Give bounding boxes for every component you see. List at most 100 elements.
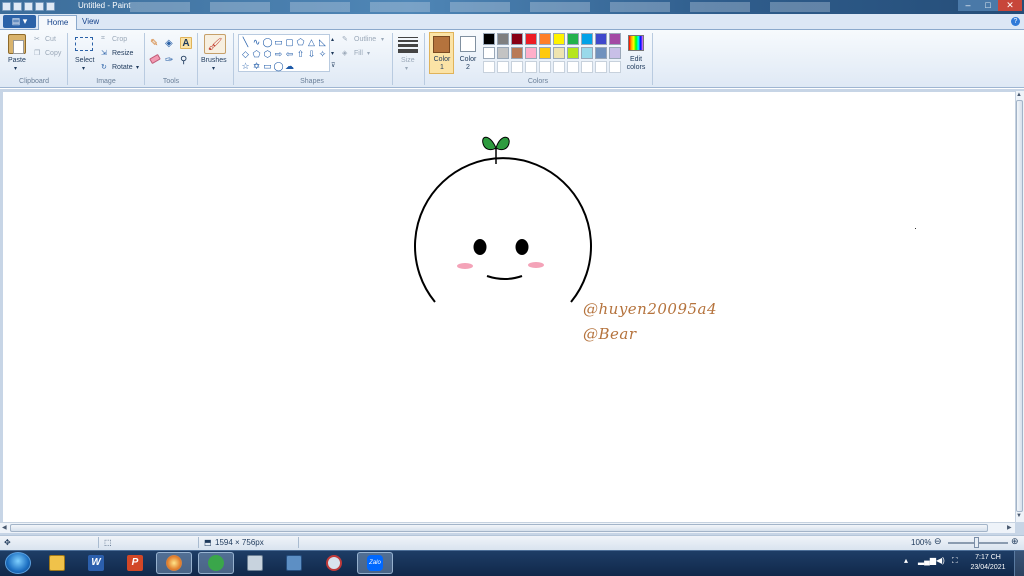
color-palette[interactable]	[483, 33, 623, 75]
right-triangle-shape-icon[interactable]: ◺	[317, 36, 328, 48]
zalo-icon[interactable]: Zalo	[357, 552, 393, 574]
palette-swatch[interactable]	[609, 47, 621, 59]
color-picker-icon[interactable]: ✑	[165, 55, 177, 67]
palette-swatch[interactable]	[525, 33, 537, 45]
fill-icon[interactable]: ◈	[342, 49, 347, 57]
line-shape-icon[interactable]: ╲	[240, 36, 251, 48]
palette-swatch[interactable]	[525, 47, 537, 59]
snipping-icon[interactable]	[316, 552, 352, 574]
text-tool-icon[interactable]: A	[180, 37, 192, 49]
rotate-button[interactable]: Rotate	[112, 64, 133, 71]
color-2-button[interactable]	[460, 36, 476, 52]
start-button[interactable]	[5, 552, 31, 574]
palette-swatch[interactable]	[511, 61, 523, 73]
palette-swatch[interactable]	[553, 47, 565, 59]
hexagon-shape-icon[interactable]: ⬡	[262, 48, 273, 60]
tab-home[interactable]: Home	[38, 15, 78, 30]
crop-icon[interactable]: ⌗	[101, 35, 105, 43]
palette-swatch[interactable]	[567, 61, 579, 73]
zoom-out-icon[interactable]: ⊖	[934, 536, 942, 547]
resize-button[interactable]: Resize	[112, 50, 133, 57]
size-dropdown-icon[interactable]: ▾	[405, 65, 408, 72]
palette-swatch[interactable]	[483, 47, 495, 59]
palette-swatch[interactable]	[581, 47, 593, 59]
tab-view[interactable]: View	[74, 15, 107, 30]
copy-button[interactable]: Copy	[45, 50, 61, 57]
oval-shape-icon[interactable]: ◯	[262, 36, 273, 48]
outline-dropdown-icon[interactable]: ▾	[381, 36, 384, 43]
palette-swatch[interactable]	[595, 61, 607, 73]
select-dropdown-icon[interactable]: ▾	[82, 65, 85, 72]
five-point-star-shape-icon[interactable]: ☆	[240, 60, 251, 72]
powerpoint-icon[interactable]: P	[117, 552, 153, 574]
palette-swatch[interactable]	[497, 61, 509, 73]
palette-swatch[interactable]	[539, 33, 551, 45]
zoom-in-icon[interactable]: ⊕	[1011, 536, 1019, 547]
vertical-scroll-thumb[interactable]	[1016, 100, 1023, 512]
palette-swatch[interactable]	[609, 61, 621, 73]
rectangle-shape-icon[interactable]: ▭	[273, 36, 284, 48]
clock[interactable]: 7:17 CH 23/04/2021	[968, 553, 1008, 573]
palette-swatch[interactable]	[483, 61, 495, 73]
size-icon[interactable]	[398, 37, 418, 53]
rotate-dropdown-icon[interactable]: ▾	[136, 64, 139, 71]
scroll-up-icon[interactable]: ▲	[1016, 92, 1022, 98]
paste-dropdown-icon[interactable]: ▾	[14, 65, 17, 72]
six-point-star-shape-icon[interactable]: ✡	[251, 60, 262, 72]
outline-button[interactable]: Outline	[354, 36, 376, 43]
outline-icon[interactable]: ✎	[342, 35, 348, 43]
redo-icon[interactable]	[35, 2, 44, 11]
edit-colors-button[interactable]: Edit colors	[624, 56, 648, 72]
palette-swatch[interactable]	[567, 33, 579, 45]
minimize-button[interactable]: –	[958, 0, 978, 11]
magnifier-icon[interactable]: ⚲	[180, 55, 192, 67]
customize-qat-icon[interactable]	[46, 2, 55, 11]
paste-icon[interactable]	[8, 34, 26, 54]
fill-dropdown-icon[interactable]: ▾	[367, 50, 370, 57]
copy-icon[interactable]: ❐	[34, 49, 40, 57]
word-icon[interactable]: W	[78, 552, 114, 574]
shapes-gallery[interactable]: ╲ ∿ ◯ ▭ ▢ ⬠ △ ◺ ◇ ⬠ ⬡ ⇨ ⇦ ⇧ ⇩ ✧ ☆ ✡ ▭ ◯ …	[238, 34, 330, 72]
left-arrow-shape-icon[interactable]: ⇦	[284, 48, 295, 60]
palette-swatch[interactable]	[567, 47, 579, 59]
resize-icon[interactable]: ⇲	[101, 49, 107, 57]
shapes-scroll-down-icon[interactable]: ▾	[331, 50, 334, 57]
select-icon[interactable]	[75, 37, 93, 51]
pencil-icon[interactable]: ✎	[150, 38, 162, 50]
palette-swatch[interactable]	[497, 33, 509, 45]
network-signal-icon[interactable]: ▂▄▆	[918, 556, 936, 565]
crop-button[interactable]: Crop	[112, 36, 127, 43]
callout-oval-shape-icon[interactable]: ◯	[273, 60, 284, 72]
palette-swatch[interactable]	[483, 33, 495, 45]
rounded-rectangle-shape-icon[interactable]: ▢	[284, 36, 295, 48]
scroll-right-icon[interactable]: ▶	[1007, 524, 1012, 531]
palette-swatch[interactable]	[609, 33, 621, 45]
language-icon[interactable]: ⛶	[952, 556, 958, 566]
volume-icon[interactable]: ◀)	[936, 556, 945, 565]
palette-swatch[interactable]	[497, 47, 509, 59]
palette-swatch[interactable]	[539, 47, 551, 59]
palette-swatch[interactable]	[553, 33, 565, 45]
pentagon-shape-icon[interactable]: ⬠	[251, 48, 262, 60]
select-button[interactable]: Select	[75, 57, 94, 64]
fill-bucket-icon[interactable]: ◈	[165, 38, 177, 50]
drawing-canvas[interactable]	[3, 92, 1015, 522]
network-icon[interactable]	[276, 552, 312, 574]
cloud-shape-icon[interactable]: ☁	[284, 60, 295, 72]
paste-button-label[interactable]: Paste	[8, 57, 26, 64]
greenshot-icon[interactable]	[198, 552, 234, 574]
callout-rect-shape-icon[interactable]: ▭	[262, 60, 273, 72]
right-arrow-shape-icon[interactable]: ⇨	[273, 48, 284, 60]
explorer-icon[interactable]	[39, 552, 75, 574]
brushes-button[interactable]: Brushes	[201, 57, 227, 64]
down-arrow-shape-icon[interactable]: ⇩	[306, 48, 317, 60]
palette-swatch[interactable]	[581, 33, 593, 45]
palette-swatch[interactable]	[581, 61, 593, 73]
curve-shape-icon[interactable]: ∿	[251, 36, 262, 48]
calculator-icon[interactable]	[237, 552, 273, 574]
triangle-shape-icon[interactable]: △	[306, 36, 317, 48]
show-hidden-icons-icon[interactable]: ▴	[904, 556, 908, 565]
palette-swatch[interactable]	[511, 47, 523, 59]
fill-button[interactable]: Fill	[354, 50, 363, 57]
palette-swatch[interactable]	[595, 33, 607, 45]
